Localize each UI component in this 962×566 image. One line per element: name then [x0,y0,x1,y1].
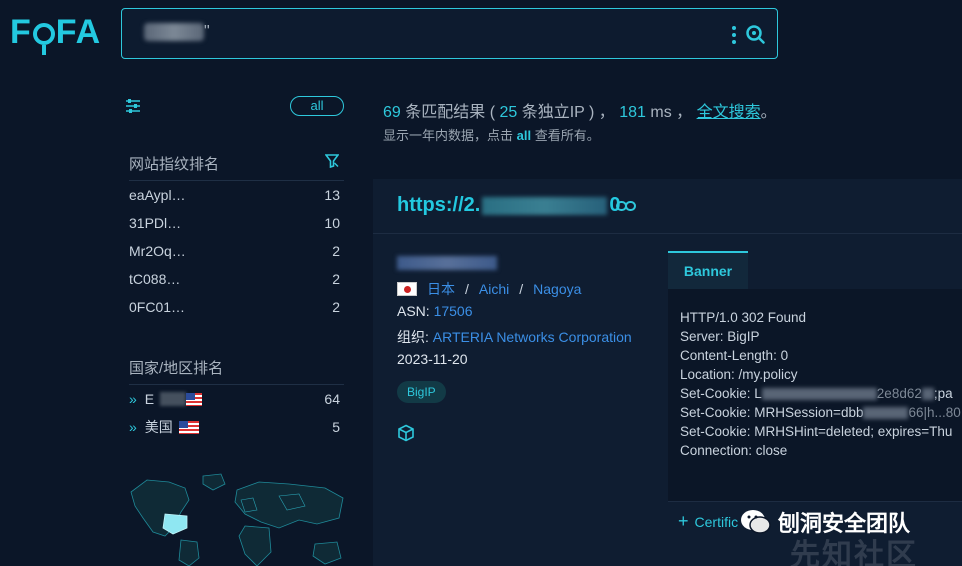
redacted-country [160,392,187,406]
country-count: 5 [332,419,340,435]
fingerprint-count: 2 [332,243,340,259]
plus-icon: + [678,511,689,531]
fingerprint-row[interactable]: 0FC01… 2 [129,293,340,321]
search-input[interactable]: " [121,8,778,59]
wechat-icon [741,510,771,534]
org-row: 组织: ARTERIA Networks Corporation [397,329,632,345]
fingerprint-row[interactable]: 31PDl… 10 [129,209,340,237]
show-all-link[interactable]: all [517,128,531,143]
time-range-note: 显示一年内数据，点击 all 查看所有。 [383,128,600,143]
redacted-url [482,196,608,215]
watermark-text: 先知社区 [790,539,918,566]
fingerprint-row[interactable]: eaAypl… 13 [129,181,340,209]
search-query[interactable]: " [144,23,210,41]
banner-content: HTTP/1.0 302 Found Server: BigIP Content… [668,289,962,501]
us-flag-icon [178,420,199,434]
date: 2023-11-20 [397,351,468,367]
fingerprint-row[interactable]: tC088… 2 [129,265,340,293]
region-link[interactable]: Aichi [479,281,509,297]
asn-row: ASN: 17506 [397,303,473,319]
tab-banner[interactable]: Banner [668,251,748,289]
location-row: 日本 / Aichi / Nagoya [397,279,581,299]
all-button[interactable]: all [290,96,344,116]
fingerprint-name: Mr2Oq… [129,243,186,259]
fingerprint-count: 13 [324,187,340,203]
fingerprint-name: 31PDl… [129,215,182,231]
sliders-icon[interactable] [125,98,141,114]
link-icon[interactable] [616,200,636,212]
result-url[interactable]: https://2. 0 [397,194,620,217]
logo-text: F FA [10,13,102,55]
cube-icon[interactable] [397,424,415,442]
unique-ip-count: 25 [499,104,518,121]
country-count: 64 [324,391,340,407]
fingerprint-count: 10 [324,215,340,231]
fingerprint-row[interactable]: Mr2Oq… 2 [129,237,340,265]
fingerprint-count: 2 [332,299,340,315]
japan-flag-icon [397,282,417,296]
country-name: 美国 [144,419,173,435]
redacted-query [144,23,204,41]
country-row[interactable]: » E 64 [129,385,340,413]
chevrons-right-icon: » [129,419,137,435]
city-link[interactable]: Nagoya [533,281,581,297]
chevrons-right-icon: » [129,391,137,407]
country-name: E [144,391,155,407]
redacted-cookie [761,388,877,401]
flag-icon [186,392,203,406]
search-icon[interactable] [745,24,765,44]
country-link[interactable]: 日本 [427,279,455,299]
redacted-ip[interactable] [397,256,497,270]
fingerprint-name: tC088… [129,271,181,287]
kebab-menu-icon[interactable] [731,26,737,44]
redacted-cookie [863,407,909,420]
fingerprint-count: 2 [332,271,340,287]
org-link[interactable]: ARTERIA Networks Corporation [433,329,632,345]
country-rank-title: 国家/地区排名 [129,360,224,377]
country-row[interactable]: » 美国 5 [129,413,340,441]
fingerprint-name: eaAypl… [129,187,186,203]
funnel-filter-icon[interactable] [325,154,339,168]
logo-pin-icon [32,23,55,55]
asn-link[interactable]: 17506 [434,303,473,319]
fingerprint-name: 0FC01… [129,299,186,315]
fofa-logo[interactable]: F FA [10,12,102,55]
fulltext-search-link[interactable]: 全文搜索 [697,104,761,121]
match-count: 69 [383,104,401,121]
query-time: 181 [619,104,646,121]
fingerprint-rank-title: 网站指纹排名 [129,156,220,173]
product-tag[interactable]: BigIP [397,381,446,403]
world-map [130,473,344,566]
result-summary: 69 条匹配结果 ( 25 条独立IP ) ， 181 ms ， 全文搜索。 [383,104,777,121]
